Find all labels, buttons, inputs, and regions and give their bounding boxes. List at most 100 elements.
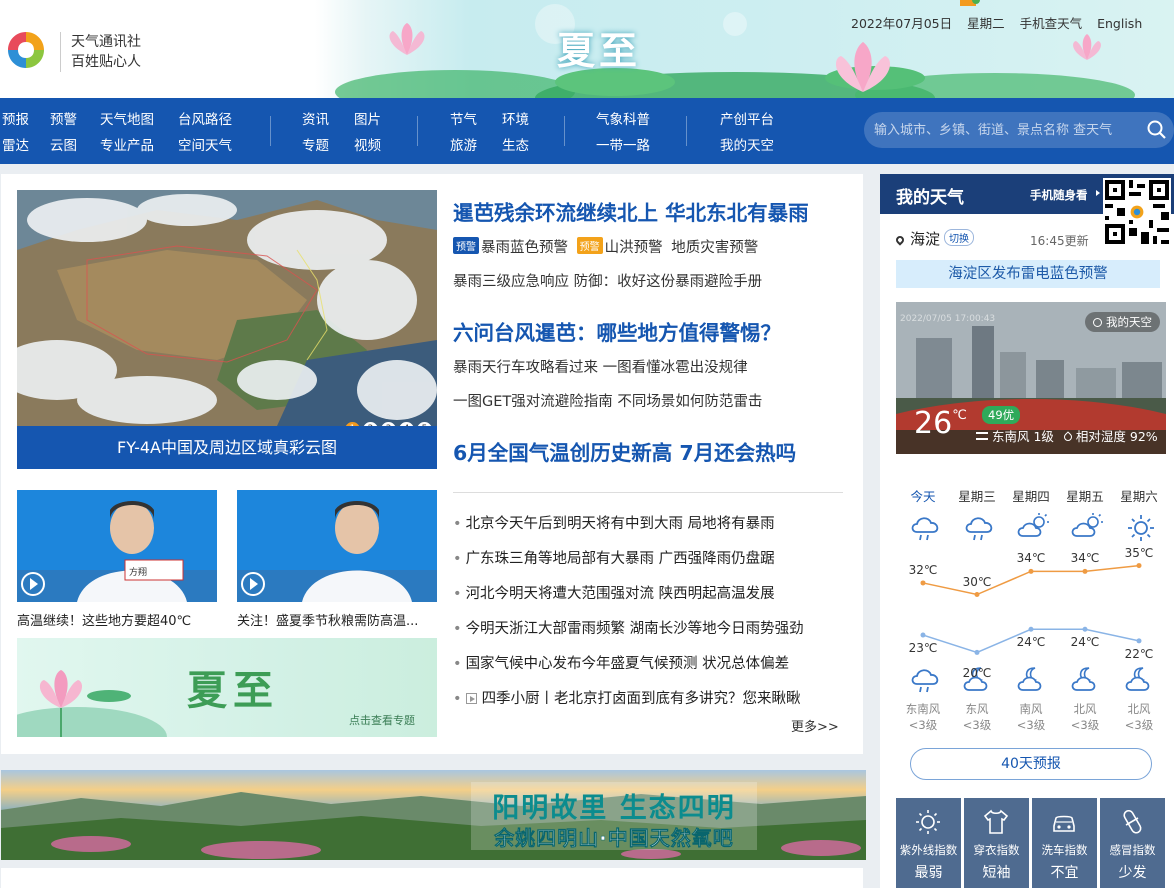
topic-link[interactable]: 点击查看专题 <box>349 712 415 728</box>
nav-item-typhoon[interactable]: 台风路径 <box>178 108 232 128</box>
location[interactable]: 海淀 切换 <box>894 228 975 249</box>
news-title[interactable]: 河北今明天将遭大范围强对流 陕西明起高温发展 <box>466 586 775 602</box>
nav-item-topics[interactable]: 专题 <box>302 134 329 154</box>
nav-item-videos[interactable]: 视频 <box>354 134 381 154</box>
promo-text-box: 阳明故里 生态四明 余姚四明山·中国天然氧吧 <box>471 782 757 850</box>
nav-item-photos[interactable]: 图片 <box>354 108 381 128</box>
nav-item-radar[interactable]: 雷达 <box>2 134 29 154</box>
english-link[interactable]: English <box>1097 16 1142 31</box>
nav-item-space-weather[interactable]: 空间天气 <box>178 134 232 154</box>
nav-divider <box>417 116 418 146</box>
video-caption-2[interactable]: 关注！盛夏季节秋粮需防高温... <box>237 610 418 629</box>
wind-level: <3级 <box>1016 718 1046 732</box>
index-name: 感冒指数 <box>1109 843 1156 857</box>
news-title[interactable]: 国家气候中心发布今年盛夏气候预测 状况总体偏差 <box>466 656 790 672</box>
forecast-day-label[interactable]: 星期五 <box>1058 486 1112 505</box>
high-temp-label: 34℃ <box>1070 551 1100 566</box>
solar-term-topic-banner[interactable]: 夏至 点击查看专题 <box>17 638 437 737</box>
logo-icon[interactable] <box>4 28 48 72</box>
nav-item-cloud-map[interactable]: 云图 <box>50 134 77 154</box>
search-icon[interactable] <box>1147 120 1167 140</box>
nav-item-belt-road[interactable]: 一带一路 <box>596 134 650 154</box>
life-index-card[interactable]: 感冒指数 少发 <box>1100 798 1165 888</box>
live-sky-photo[interactable]: 2022/07/05 17:00:43 我的天空 26℃ 49优 东南风 1级 … <box>896 302 1166 454</box>
more-news-link[interactable]: 更多>> <box>791 716 839 735</box>
headline-sub[interactable]: 暴雨天行车攻略看过来 一图看懂冰雹出没规律 <box>453 356 748 377</box>
qr-code-icon[interactable] <box>1103 178 1171 246</box>
rain-cloud-icon <box>911 517 939 541</box>
high-temp-line-point <box>1082 568 1088 574</box>
sun-icon <box>1128 515 1154 541</box>
partly-sunny-icon <box>1017 513 1049 537</box>
nav-item-platform[interactable]: 产创平台 <box>720 108 774 128</box>
location-pin-icon <box>894 234 906 246</box>
news-item[interactable]: • 广东珠三角等地局部有大暴雨 广西强降雨仍盘踞 <box>453 547 775 568</box>
wind-direction: 南风 <box>1019 702 1043 716</box>
warning-link-geo[interactable]: 地质灾害预警 <box>671 240 758 256</box>
switch-location-button[interactable]: 切换 <box>944 229 975 246</box>
temp-unit: ℃ <box>952 408 967 423</box>
news-item[interactable]: • 四季小厨丨老北京打卤面到底有多讲究？您来瞅瞅 <box>453 687 801 708</box>
headline-1[interactable]: 暹芭残余环流继续北上 华北东北有暴雨 <box>453 196 809 226</box>
promo-banner[interactable]: 阳明故里 生态四明 余姚四明山·中国天然氧吧 <box>1 770 866 860</box>
news-item[interactable]: • 国家气候中心发布今年盛夏气候预测 状况总体偏差 <box>453 652 789 673</box>
nav-item-weather-map[interactable]: 天气地图 <box>100 108 154 128</box>
forecast-day-label[interactable]: 今天 <box>896 486 950 505</box>
camera-pin-icon <box>1093 318 1102 327</box>
news-title[interactable]: 广东珠三角等地局部有大暴雨 广西强降雨仍盘踞 <box>466 551 775 567</box>
satellite-cloud-image[interactable]: 12345 <box>17 190 437 426</box>
warning-link-rainstorm[interactable]: 暴雨蓝色预警 <box>481 240 568 256</box>
nav-item-solar-terms[interactable]: 节气 <box>450 108 477 128</box>
video-caption-1[interactable]: 高温继续！这些地方要超40℃ <box>17 610 191 629</box>
video-thumbnail-1[interactable]: 方翔 <box>17 490 217 602</box>
forecast-day-label[interactable]: 星期四 <box>1004 486 1058 505</box>
video-thumbnail-2[interactable] <box>237 490 437 602</box>
nav-item-forecast[interactable]: 预报 <box>2 108 29 128</box>
wind-direction: 东南风 <box>905 702 941 716</box>
high-temp-line-point <box>1028 568 1034 574</box>
news-title[interactable]: 今明天浙江大部雷雨频繁 湖南长沙等地今日雨势强劲 <box>466 621 804 637</box>
satellite-caption[interactable]: FY-4A中国及周边区域真彩云图 <box>17 426 437 469</box>
nav-item-news[interactable]: 资讯 <box>302 108 329 128</box>
search-input[interactable] <box>874 118 1136 142</box>
forty-day-forecast-button[interactable]: 40天预报 <box>910 748 1152 780</box>
divider <box>453 492 843 493</box>
nav-item-ecology[interactable]: 生态 <box>502 134 529 154</box>
location-name: 海淀 <box>910 230 941 248</box>
nav-item-my-sky[interactable]: 我的天空 <box>720 134 774 154</box>
rain-cloud-icon <box>911 669 939 693</box>
life-index-card[interactable]: 穿衣指数 短袖 <box>964 798 1029 888</box>
headline-2[interactable]: 六问台风暹芭：哪些地方值得警惕？ <box>453 316 781 346</box>
news-item[interactable]: • 今明天浙江大部雷雨频繁 湖南长沙等地今日雨势强劲 <box>453 617 804 638</box>
my-sky-badge[interactable]: 我的天空 <box>1085 312 1160 332</box>
bullet: • <box>453 551 462 567</box>
warning-link-flood[interactable]: 山洪预警 <box>605 240 663 256</box>
weather-alert-banner[interactable]: 海淀区发布雷电蓝色预警 <box>896 260 1160 288</box>
warning-line: 预警 暴雨蓝色预警 预警 山洪预警 地质灾害预警 <box>453 236 758 257</box>
nav-item-products[interactable]: 专业产品 <box>100 134 154 154</box>
aqi-badge[interactable]: 49优 <box>982 406 1021 424</box>
mobile-view-label[interactable]: 手机随身看 <box>1030 187 1088 203</box>
news-item[interactable]: • 北京今天午后到明天将有中到大雨 局地将有暴雨 <box>453 512 775 533</box>
life-index-card[interactable]: 紫外线指数 最弱 <box>896 798 961 888</box>
carousel-dots: 12345 <box>345 416 435 426</box>
forecast-day-label[interactable]: 星期六 <box>1112 486 1166 505</box>
nav-item-science[interactable]: 气象科普 <box>596 108 650 128</box>
nav-item-environment[interactable]: 环境 <box>502 108 529 128</box>
life-index-card[interactable]: 洗车指数 不宜 <box>1032 798 1097 888</box>
headline-3[interactable]: 6月全国气温创历史新高 7月还会热吗 <box>453 436 796 466</box>
nav-item-travel[interactable]: 旅游 <box>450 134 477 154</box>
headline-sub[interactable]: 暴雨三级应急响应 防御：收好这份暴雨避险手册 <box>453 270 762 291</box>
current-date: 2022年07月05日 <box>851 16 953 31</box>
bullet: • <box>453 586 462 602</box>
news-title[interactable]: 北京今天午后到明天将有中到大雨 局地将有暴雨 <box>466 516 775 532</box>
news-item[interactable]: • 河北今明天将遭大范围强对流 陕西明起高温发展 <box>453 582 775 603</box>
wind-icon <box>976 432 988 440</box>
nav-item-warning[interactable]: 预警 <box>50 108 77 128</box>
high-temp-label: 35℃ <box>1124 545 1154 560</box>
forecast-day-label[interactable]: 星期三 <box>950 486 1004 505</box>
headline-sub[interactable]: 一图GET强对流避险指南 不同场景如何防范雷击 <box>453 390 762 411</box>
news-title[interactable]: 四季小厨丨老北京打卤面到底有多讲究？您来瞅瞅 <box>482 691 801 707</box>
mobile-weather-link[interactable]: 手机查天气 <box>1020 16 1083 31</box>
warning-tag: 预警 <box>453 237 479 254</box>
